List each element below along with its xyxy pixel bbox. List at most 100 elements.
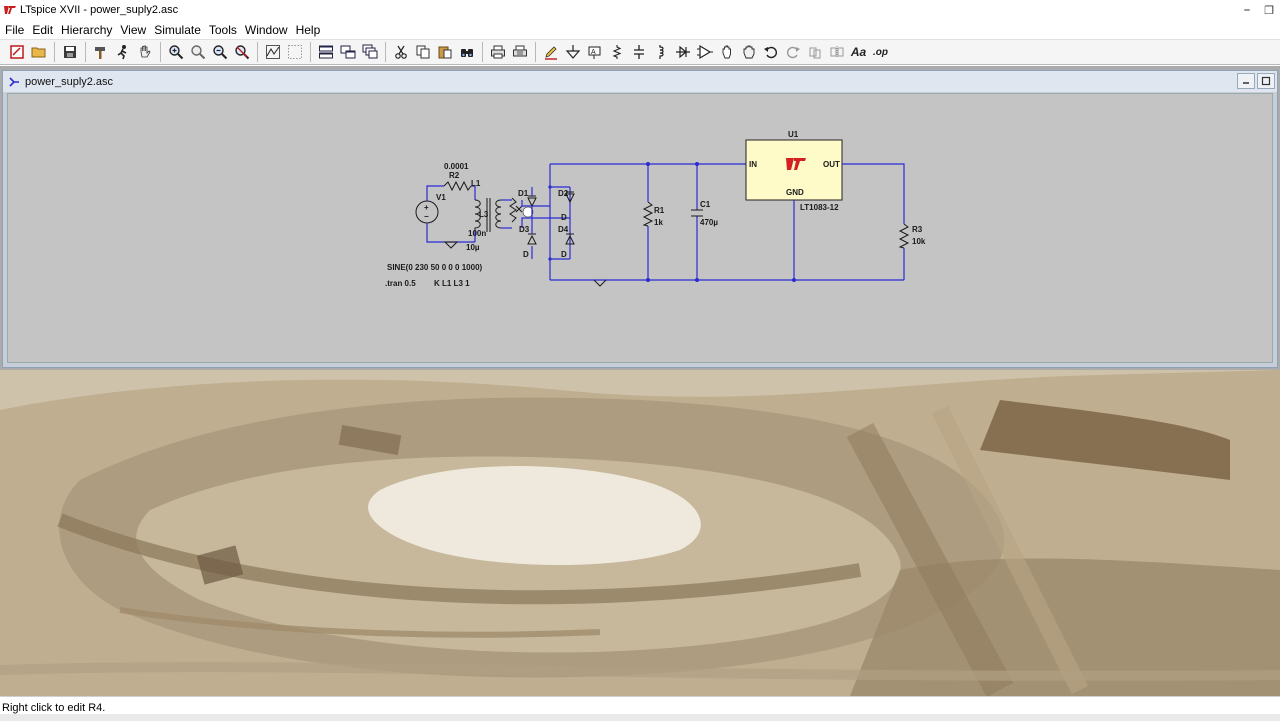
u1-out-pin: OUT — [823, 160, 840, 169]
source-spec[interactable]: SINE(0 230 50 0 0 0 1000) — [387, 263, 483, 272]
menu-tools[interactable]: Tools — [206, 23, 242, 37]
d3-diode[interactable] — [527, 233, 537, 245]
text-button[interactable]: Aa — [848, 42, 869, 63]
save-button[interactable] — [59, 42, 80, 63]
toolbar: A Aa .op — [0, 39, 1280, 65]
cascade-windows-icon — [362, 44, 377, 59]
menu-simulate[interactable]: Simulate — [151, 23, 206, 37]
d2-model: D — [561, 213, 567, 222]
dotted-grid-icon — [287, 45, 302, 59]
draw-wire-button[interactable] — [540, 42, 561, 63]
paste-button[interactable] — [434, 42, 455, 63]
move-button[interactable] — [716, 42, 737, 63]
menu-view[interactable]: View — [117, 23, 151, 37]
spice-directive-button[interactable]: .op — [870, 42, 891, 63]
restore-button[interactable]: ❐ — [1258, 0, 1280, 20]
v1-label: V1 — [436, 193, 446, 202]
capacitor-button[interactable] — [628, 42, 649, 63]
toolbar-separator — [310, 42, 311, 62]
inductor-button[interactable] — [650, 42, 671, 63]
minimize-icon — [1243, 82, 1249, 84]
zoom-fit-button[interactable] — [231, 42, 252, 63]
child-minimize-button[interactable] — [1237, 73, 1255, 89]
tile-horizontal-button[interactable] — [315, 42, 336, 63]
toolbar-separator — [482, 42, 483, 62]
child-maximize-button[interactable] — [1257, 73, 1275, 89]
schematic-canvas[interactable]: + − V1 0.0001 R2 L1 10µ L3 100n D1 D2 D … — [7, 93, 1273, 363]
rotate-button[interactable] — [804, 42, 825, 63]
redo-icon — [786, 46, 800, 59]
copy-button[interactable] — [412, 42, 433, 63]
mirror-button[interactable] — [826, 42, 847, 63]
d1-diode[interactable] — [527, 195, 537, 208]
window-title: LTspice XVII - power_suply2.asc — [20, 4, 179, 16]
maximize-icon — [1261, 76, 1271, 86]
view-grid-button[interactable] — [284, 42, 305, 63]
cascade-button[interactable] — [359, 42, 380, 63]
schematic-doc-icon — [9, 76, 19, 87]
l3-inductor[interactable] — [486, 198, 502, 232]
toolbar-separator — [257, 42, 258, 62]
c1-capacitor[interactable] — [691, 209, 703, 217]
r2-resistor[interactable] — [443, 180, 472, 192]
find-button[interactable] — [456, 42, 477, 63]
new-schematic-button[interactable] — [6, 42, 27, 63]
resistor-button[interactable] — [606, 42, 627, 63]
redo-button[interactable] — [782, 42, 803, 63]
diode-button[interactable] — [672, 42, 693, 63]
ground-button[interactable] — [562, 42, 583, 63]
schematic-window-titlebar[interactable]: power_suply2.asc — [3, 71, 1277, 92]
toolbar-separator — [54, 42, 55, 62]
hammer-icon — [94, 47, 105, 59]
l1-value: 10µ — [466, 243, 480, 252]
paste-icon — [438, 46, 451, 59]
menu-edit[interactable]: Edit — [29, 23, 58, 37]
pan-button[interactable] — [187, 42, 208, 63]
r3-value: 10k — [912, 237, 926, 246]
menu-file[interactable]: File — [2, 23, 29, 37]
diode-icon — [675, 45, 690, 59]
print-button[interactable] — [487, 42, 508, 63]
v1-source[interactable]: + − — [415, 200, 439, 224]
zoom-out-icon — [212, 45, 227, 60]
zoom-in-button[interactable] — [165, 42, 186, 63]
l3-value: 100n — [468, 229, 486, 238]
run-button[interactable] — [112, 42, 133, 63]
r4-resistor[interactable] — [509, 197, 523, 223]
binoculars-icon — [460, 49, 473, 57]
minimize-button[interactable]: ⎯ — [1236, 0, 1258, 20]
folder-open-icon — [31, 47, 45, 58]
tran-directive[interactable]: .tran 0.5 — [385, 279, 416, 288]
ground-icon — [565, 45, 580, 59]
pencil-icon — [544, 46, 557, 60]
svg-text:A: A — [591, 49, 596, 56]
zoom-cancel-icon — [234, 45, 249, 60]
halt-button[interactable] — [134, 42, 155, 63]
tile-vertical-icon — [340, 45, 355, 59]
c1-label: C1 — [700, 200, 711, 209]
menu-hierarchy[interactable]: Hierarchy — [58, 23, 117, 37]
r3-resistor[interactable] — [898, 223, 910, 249]
d1-label: D1 — [518, 189, 529, 198]
component-button[interactable] — [694, 42, 715, 63]
move-hand-icon — [722, 45, 731, 59]
control-panel-button[interactable] — [90, 42, 111, 63]
d4-label: D4 — [558, 225, 569, 234]
zoom-out-button[interactable] — [209, 42, 230, 63]
menu-window[interactable]: Window — [242, 23, 293, 37]
svg-text:−: − — [424, 212, 429, 221]
cut-button[interactable] — [390, 42, 411, 63]
r1-resistor[interactable] — [642, 201, 654, 227]
running-man-icon — [117, 45, 126, 60]
capacitor-icon — [633, 45, 644, 59]
coupling-directive[interactable]: K L1 L3 1 — [434, 279, 470, 288]
label-net-button[interactable]: A — [584, 42, 605, 63]
menu-help[interactable]: Help — [293, 23, 326, 37]
print-preview-button[interactable] — [509, 42, 530, 63]
schematic-drawing[interactable]: + − V1 0.0001 R2 L1 10µ L3 100n D1 D2 D … — [8, 94, 1272, 362]
open-button[interactable] — [28, 42, 49, 63]
autorange-button[interactable] — [262, 42, 283, 63]
drag-button[interactable] — [738, 42, 759, 63]
tile-vertical-button[interactable] — [337, 42, 358, 63]
undo-button[interactable] — [760, 42, 781, 63]
